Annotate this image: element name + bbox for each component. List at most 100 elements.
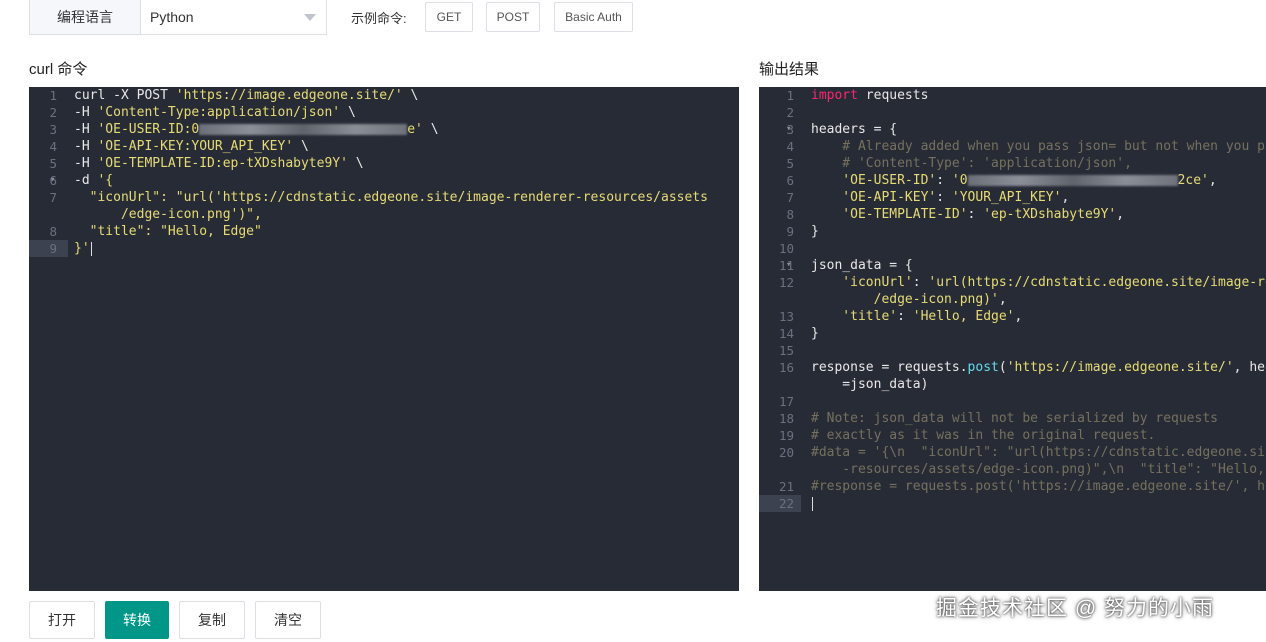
code-text: "iconUrl": "url('https://cdnstatic.edgeo… bbox=[74, 189, 708, 206]
code-token: # exactly as it was in the original requ… bbox=[811, 428, 1156, 443]
code-token: 'https://image.edgeone.site/' bbox=[175, 88, 403, 103]
line-number: 8 bbox=[786, 207, 794, 222]
example-commands-label: 示例命令: bbox=[351, 11, 407, 26]
code-text: -H 'OE-TEMPLATE-ID:ep-tXDshabyte9Y' \ bbox=[74, 155, 364, 172]
line-number: 18 bbox=[778, 411, 794, 426]
code-text: headers = { bbox=[811, 121, 897, 138]
code-token: }' bbox=[74, 241, 90, 256]
code-line: 9 }' bbox=[29, 240, 739, 257]
code-text: 'OE-USER-ID': '0 2ce', bbox=[811, 172, 1217, 189]
code-token: 'iconUrl' bbox=[811, 275, 913, 290]
code-token: , bbox=[1061, 190, 1070, 205]
code-token: post bbox=[967, 360, 999, 375]
code-text: 'OE-API-KEY': 'YOUR_API_KEY', bbox=[811, 189, 1069, 206]
code-line: 11 ▾ json_data = { bbox=[759, 257, 1266, 274]
code-text: #data = '{\n "iconUrl": "url(https://cdn… bbox=[811, 444, 1266, 461]
code-line: 21 #response = requests.post('https://ima… bbox=[759, 478, 1266, 495]
clear-button[interactable]: 清空 bbox=[255, 601, 321, 639]
code-text: 'title': 'Hello, Edge', bbox=[811, 308, 1022, 325]
line-number: 6 bbox=[786, 173, 794, 188]
code-token: curl -X POST bbox=[74, 88, 176, 103]
code-token: ( bbox=[998, 360, 1007, 375]
fold-arrow-icon[interactable]: ▾ bbox=[50, 172, 55, 189]
code-token: , hea bbox=[1233, 360, 1266, 375]
redacted-value bbox=[199, 124, 408, 135]
redacted-value bbox=[967, 175, 1178, 186]
code-token: -resources/assets/edge-icon.png)",\n "ti… bbox=[811, 462, 1265, 477]
code-line: 9} bbox=[759, 223, 1266, 240]
line-number: 16 bbox=[778, 360, 794, 375]
code-token: -H bbox=[74, 105, 98, 120]
code-token: \ bbox=[422, 122, 439, 137]
line-number: 4 bbox=[49, 139, 57, 154]
chevron-down-icon bbox=[304, 14, 316, 21]
code-text: /edge-icon.png)', bbox=[811, 291, 1007, 308]
code-token: import bbox=[811, 88, 858, 103]
line-number: 10 bbox=[778, 241, 794, 256]
example-basic-auth-button[interactable]: Basic Auth bbox=[554, 2, 633, 32]
code-text: =json_data) bbox=[811, 376, 928, 393]
code-token: -H bbox=[74, 156, 98, 171]
language-select-value: Python bbox=[150, 9, 194, 25]
code-token: /edge-icon.png')", bbox=[74, 207, 262, 222]
code-line: 6 'OE-USER-ID': '0 2ce', bbox=[759, 172, 1266, 189]
line-number: 2 bbox=[786, 105, 794, 120]
code-line: 12 'iconUrl': 'url(https://cdnstatic.edg… bbox=[759, 274, 1266, 291]
code-text: -H 'Content-Type:application/json' \ bbox=[74, 104, 356, 121]
code-text: } bbox=[811, 325, 819, 342]
code-token: } bbox=[811, 224, 819, 239]
convert-button[interactable]: 转换 bbox=[105, 601, 169, 639]
code-line: =json_data) bbox=[759, 376, 1266, 393]
language-select[interactable]: Python bbox=[141, 0, 326, 34]
example-get-button[interactable]: GET bbox=[425, 2, 473, 32]
code-line: 5 -H 'OE-TEMPLATE-ID:ep-tXDshabyte9Y' \ bbox=[29, 155, 739, 172]
code-token: requests bbox=[857, 88, 929, 103]
code-line: 7 "iconUrl": "url('https://cdnstatic.edg… bbox=[29, 189, 739, 206]
code-text: # Already added when you pass json= but … bbox=[811, 138, 1266, 155]
code-token: 'OE-API-KEY:YOUR_API_KEY' bbox=[97, 139, 294, 154]
code-token: 'Content-Type:application/json' bbox=[97, 105, 341, 120]
code-line: 2 -H 'Content-Type:application/json' \ bbox=[29, 104, 739, 121]
code-text: response = requests.post('https://image.… bbox=[811, 359, 1266, 376]
line-number: 9 bbox=[49, 241, 57, 256]
code-line: 16 response = requests.post('https://imag… bbox=[759, 359, 1266, 376]
line-number: 17 bbox=[778, 394, 794, 409]
code-token: # Already added when you pass json= but … bbox=[811, 139, 1266, 154]
code-token: '0 bbox=[951, 173, 968, 188]
code-line: 17 bbox=[759, 393, 1266, 410]
code-text: "title": "Hello, Edge" bbox=[74, 223, 262, 240]
code-line: -resources/assets/edge-icon.png)",\n "ti… bbox=[759, 461, 1266, 478]
code-text: -H 'OE-API-KEY:YOUR_API_KEY' \ bbox=[74, 138, 309, 155]
code-text: json_data = { bbox=[811, 257, 913, 274]
code-line: 10 bbox=[759, 240, 1266, 257]
code-token: 'ep-tXDshabyte9Y' bbox=[983, 207, 1117, 222]
open-button[interactable]: 打开 bbox=[29, 601, 95, 639]
text-cursor bbox=[90, 241, 92, 256]
code-token: \ bbox=[340, 105, 356, 120]
code-line: 1 curl -X POST 'https://image.edgeone.sit… bbox=[29, 87, 739, 104]
example-post-button[interactable]: POST bbox=[486, 2, 540, 32]
fold-arrow-icon[interactable]: ▾ bbox=[786, 121, 791, 138]
output-code-editor[interactable]: 1 import requests 2 3 ▾ headers = {4 # Alread… bbox=[759, 87, 1266, 591]
code-token: 'title' bbox=[811, 309, 898, 324]
code-line: 14} bbox=[759, 325, 1266, 342]
copy-button[interactable]: 复制 bbox=[179, 601, 245, 639]
code-token: , bbox=[1208, 173, 1217, 188]
line-number: 5 bbox=[49, 156, 57, 171]
code-token: 'OE-USER-ID:0 bbox=[97, 122, 200, 137]
language-label: 编程语言 bbox=[30, 0, 141, 34]
fold-arrow-icon[interactable]: ▾ bbox=[786, 257, 791, 274]
curl-code-editor[interactable]: 1 curl -X POST 'https://image.edgeone.sit… bbox=[29, 87, 739, 591]
code-text: # exactly as it was in the original requ… bbox=[811, 427, 1155, 444]
line-number: 14 bbox=[778, 326, 794, 341]
code-text: # 'Content-Type': 'application/json', bbox=[811, 155, 1132, 172]
code-token: 'OE-TEMPLATE-ID:ep-tXDshabyte9Y' bbox=[97, 156, 348, 171]
curl-section-title: curl 命令 bbox=[29, 61, 88, 78]
code-token: 2ce' bbox=[1177, 173, 1209, 188]
code-line: 3 -H 'OE-USER-ID:0 e' \ bbox=[29, 121, 739, 138]
line-number: 12 bbox=[778, 275, 794, 290]
line-number: 22 bbox=[778, 496, 794, 511]
line-number: 21 bbox=[778, 479, 794, 494]
code-token: : bbox=[912, 275, 929, 290]
code-line: 13 'title': 'Hello, Edge', bbox=[759, 308, 1266, 325]
